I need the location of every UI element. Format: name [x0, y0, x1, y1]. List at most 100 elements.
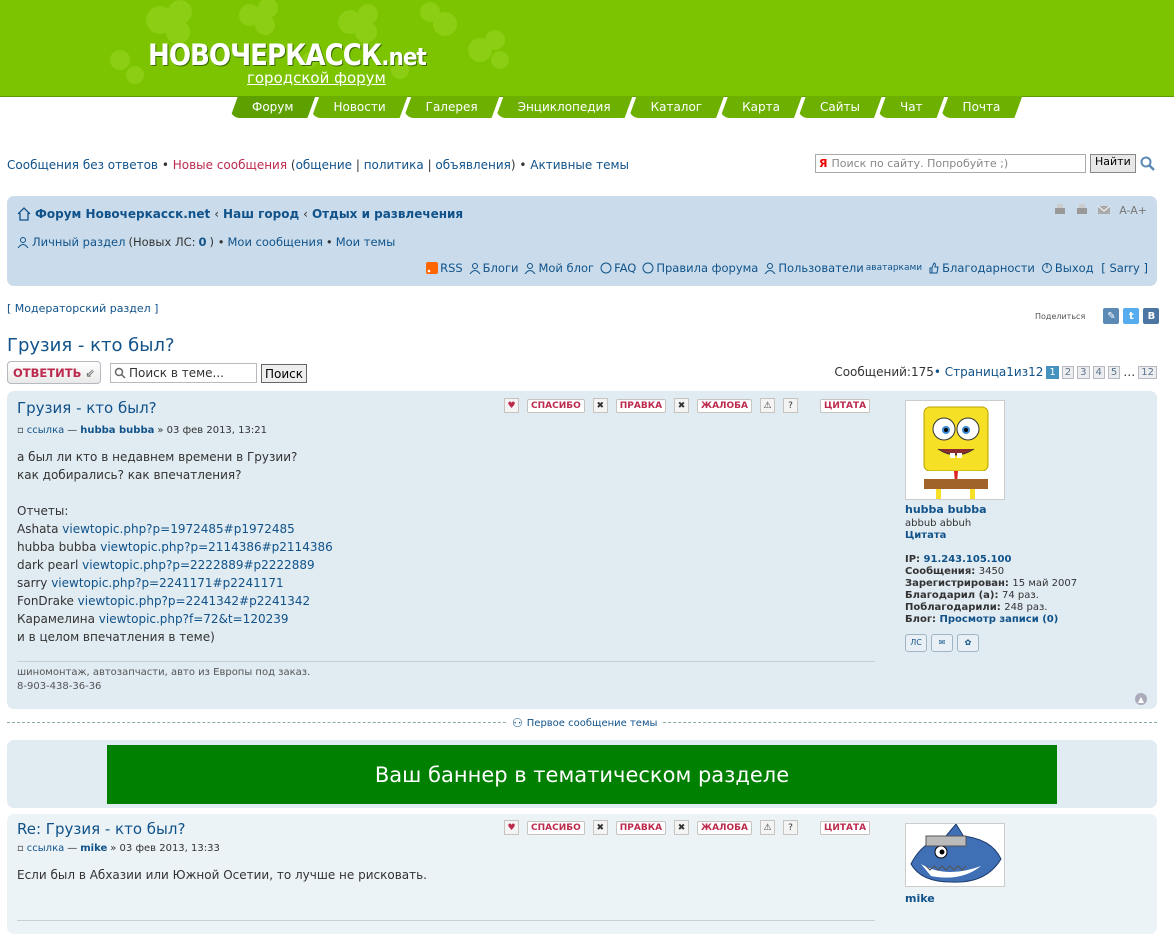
report-link[interactable]: viewtopic.php?p=2114386#p2114386 [100, 540, 332, 554]
new-politics-link[interactable]: политика [364, 158, 424, 172]
new-pm-count[interactable]: 0 [199, 235, 207, 249]
users-link[interactable]: Пользователи аватарками [764, 261, 922, 275]
topic-search-input[interactable]: Поиск в теме... [110, 363, 257, 383]
print-icon[interactable] [1075, 203, 1089, 217]
site-subtitle[interactable]: городской форум [247, 69, 386, 87]
post-author[interactable]: hubba bubba [80, 425, 154, 436]
my-posts-link[interactable]: Мои сообщения [227, 235, 322, 249]
share-edit-icon[interactable]: ✎ [1103, 308, 1120, 324]
nav-mail[interactable]: Почта [941, 96, 1023, 118]
new-posts-link[interactable]: Новые сообщения [173, 158, 287, 172]
faq-label: FAQ [614, 261, 637, 275]
profile-ip[interactable]: 91.243.105.100 [924, 554, 1012, 565]
delete-icon[interactable]: ✖ [674, 820, 690, 835]
my-topics-link[interactable]: Мои темы [336, 235, 396, 249]
nav-news[interactable]: Новости [311, 96, 407, 118]
profile-posts: 3450 [978, 566, 1005, 577]
profile-blog-link[interactable]: Просмотр записи (0) [940, 614, 1059, 625]
vk-icon[interactable]: B [1143, 308, 1160, 324]
logout-link[interactable]: Выход [ Sarry ] [1041, 261, 1148, 275]
site-logo[interactable]: НОВОЧЕРКАССК.net [148, 38, 427, 72]
page-4[interactable]: 4 [1092, 365, 1105, 379]
page-title[interactable]: Грузия - кто был? [7, 335, 175, 356]
nav-gallery[interactable]: Галерея [404, 96, 500, 118]
avatars-link[interactable]: аватарками [866, 263, 922, 273]
quote-button[interactable]: ЦИТАТА [819, 820, 871, 835]
personal-section-link[interactable]: Личный раздел [32, 235, 125, 249]
email-icon[interactable] [1097, 203, 1111, 217]
delete-icon[interactable]: ✖ [592, 820, 608, 835]
nav-encyclopedia[interactable]: Энциклопедия [496, 96, 633, 118]
post-title[interactable]: Грузия - кто был? [17, 399, 157, 417]
thanks-link[interactable]: Благодарности [928, 261, 1035, 275]
profile-username[interactable]: hubba bubba [905, 504, 1077, 516]
like-icon[interactable]: ♥ [504, 398, 519, 413]
delete-icon[interactable]: ✖ [592, 398, 608, 413]
nav-map[interactable]: Карта [720, 96, 802, 118]
moderator-section-link[interactable]: [ Модераторский раздел ] [7, 302, 158, 315]
first-post-link[interactable]: ⚇ Первое сообщение темы [508, 716, 662, 730]
warning-icon[interactable]: ⚠ [759, 820, 775, 835]
like-icon[interactable]: ♥ [504, 820, 519, 835]
new-ads-link[interactable]: объявления [435, 158, 510, 172]
report-link[interactable]: viewtopic.php?p=2241171#p2241171 [51, 576, 283, 590]
report-link[interactable]: viewtopic.php?f=72&t=120239 [99, 612, 289, 626]
post-permalink[interactable]: ссылка [27, 425, 64, 436]
blogs-link[interactable]: Блоги [469, 261, 518, 275]
was-thanked-label: Поблагодарили: [905, 602, 1005, 613]
report-link[interactable]: viewtopic.php?p=1972485#p1972485 [62, 522, 294, 536]
post-permalink[interactable]: ссылка [27, 843, 64, 854]
nav-sites[interactable]: Сайты [798, 96, 882, 118]
breadcrumb-forum[interactable]: Форум Новочеркасск.net [35, 207, 210, 221]
avatar[interactable] [905, 823, 1005, 887]
faq-link[interactable]: FAQ [600, 261, 636, 275]
nav-catalog[interactable]: Каталог [629, 96, 725, 118]
thanks-button[interactable]: СПАСИБО [527, 398, 585, 413]
page-2[interactable]: 2 [1061, 365, 1075, 379]
unanswered-link[interactable]: Сообщения без ответов [7, 158, 158, 172]
warning-icon[interactable]: ⚠ [759, 398, 775, 413]
thanks-button[interactable]: СПАСИБО [527, 820, 585, 835]
profile-quote-link[interactable]: Цитата [905, 530, 946, 541]
nav-forum[interactable]: Форум [230, 96, 315, 118]
delete-icon[interactable]: ✖ [674, 398, 690, 413]
new-general-link[interactable]: общение [296, 158, 352, 172]
myblog-link[interactable]: Мой блог [524, 261, 594, 275]
report-button[interactable]: ЖАЛОБА [697, 820, 752, 835]
pm-icon[interactable]: ЛС [905, 634, 927, 652]
back-to-top-icon[interactable]: ▲ [1135, 693, 1147, 705]
report-button[interactable]: ЖАЛОБА [697, 398, 752, 413]
info-icon[interactable]: ? [782, 820, 798, 835]
home-icon[interactable] [17, 207, 31, 221]
print-icon[interactable] [1053, 203, 1067, 217]
topic-search-button[interactable]: Поиск [261, 364, 308, 383]
advanced-search-icon[interactable] [1140, 156, 1156, 172]
post-title[interactable]: Re: Грузия - кто был? [17, 820, 185, 838]
report-link[interactable]: viewtopic.php?p=2222889#p2222889 [82, 558, 314, 572]
rules-link[interactable]: Правила форума [642, 261, 758, 275]
edit-button[interactable]: ПРАВКА [615, 820, 667, 835]
page-5[interactable]: 5 [1107, 365, 1121, 379]
email-icon[interactable]: ✉ [931, 634, 953, 652]
nav-chat[interactable]: Чат [878, 96, 945, 118]
profile-username[interactable]: mike [905, 893, 1005, 905]
rss-link[interactable]: RSS [426, 261, 463, 275]
edit-button[interactable]: ПРАВКА [615, 398, 667, 413]
page-3[interactable]: 3 [1077, 365, 1090, 379]
avatar[interactable] [905, 400, 1005, 500]
breadcrumb-city[interactable]: Наш город [223, 207, 299, 221]
report-link[interactable]: viewtopic.php?p=2241342#p2241342 [78, 594, 310, 608]
site-search-input[interactable]: Я Поиск по сайту. Попробуйте ;) [815, 154, 1086, 173]
info-icon[interactable]: ? [782, 398, 798, 413]
breadcrumb-leisure[interactable]: Отдых и развлечения [312, 207, 463, 221]
icq-icon[interactable]: ✿ [957, 634, 979, 652]
page-last[interactable]: 12 [1138, 365, 1157, 379]
post-author[interactable]: mike [80, 843, 107, 854]
reply-button[interactable]: ОТВЕТИТЬ ⇙ [7, 361, 101, 384]
font-size-toggle[interactable]: A-A+ [1119, 204, 1147, 217]
ad-banner[interactable]: Ваш баннер в тематическом разделе [107, 745, 1057, 804]
site-search-button[interactable]: Найти [1090, 154, 1136, 173]
quote-button[interactable]: ЦИТАТА [819, 398, 871, 413]
twitter-icon[interactable]: t [1123, 308, 1140, 324]
active-topics-link[interactable]: Активные темы [530, 158, 629, 172]
